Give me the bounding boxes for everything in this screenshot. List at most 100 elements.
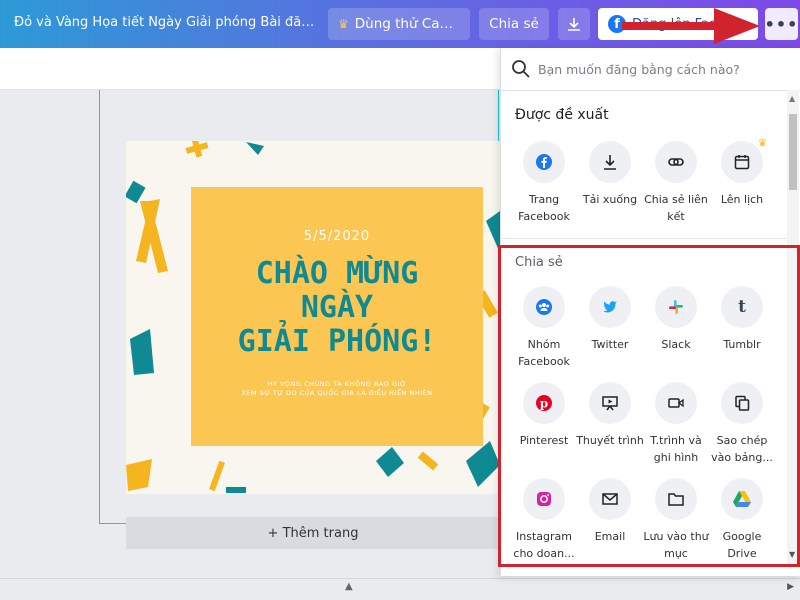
- option-present-and-record[interactable]: T.trình và ghi hình: [641, 382, 711, 466]
- share-dropdown-panel: Được đề xuất Trang Facebook Tải xuống Ch…: [500, 48, 800, 576]
- option-share-link[interactable]: Chia sẻ liên kết: [641, 141, 711, 225]
- option-facebook-page[interactable]: Trang Facebook: [509, 141, 579, 225]
- headline-line-1: CHÀO MỪNG: [255, 256, 419, 291]
- crown-icon: ♛: [338, 17, 349, 31]
- option-label: Email: [594, 530, 626, 543]
- option-label: T.trình và ghi hình: [650, 434, 702, 464]
- option-label: Instagram cho doan...: [513, 530, 575, 560]
- scrollbar-thumb[interactable]: [789, 114, 797, 190]
- scroll-up-icon[interactable]: ▲: [789, 94, 795, 103]
- tumblr-icon: t: [738, 297, 746, 317]
- option-save-to-folder[interactable]: Lưu vào thư mục: [641, 478, 711, 562]
- search-icon: [512, 60, 530, 78]
- facebook-group-icon: [536, 299, 552, 315]
- facebook-icon-circle: [523, 141, 565, 183]
- video-record-icon: [668, 398, 684, 408]
- svg-text:p: p: [540, 397, 548, 411]
- option-label: Slack: [661, 338, 691, 351]
- crown-icon: ♛: [758, 138, 767, 149]
- option-email[interactable]: Email: [575, 478, 645, 545]
- option-label: Tải xuống: [582, 193, 638, 206]
- option-label: Lưu vào thư mục: [643, 530, 709, 560]
- option-label: Thuyết trình: [576, 434, 644, 447]
- option-label: Nhóm Facebook: [518, 338, 570, 368]
- option-google-drive[interactable]: Google Drive: [707, 478, 777, 562]
- section-divider: [501, 238, 787, 239]
- panel-scrollbar[interactable]: ▲ ▼: [787, 90, 799, 566]
- option-instagram[interactable]: Instagram cho doan...: [509, 478, 579, 562]
- instagram-icon-circle: [523, 478, 565, 520]
- facebook-icon: [536, 154, 552, 170]
- option-twitter[interactable]: Twitter: [575, 286, 645, 353]
- option-label: Pinterest: [519, 434, 569, 447]
- option-pinterest[interactable]: p Pinterest: [509, 382, 579, 449]
- slack-icon: [669, 300, 683, 314]
- email-icon: [602, 493, 618, 505]
- option-facebook-group[interactable]: Nhóm Facebook: [509, 286, 579, 370]
- facebook-group-icon-circle: [523, 286, 565, 328]
- bottom-bar: ▲ ▶: [0, 578, 800, 600]
- calendar-icon: [734, 155, 750, 170]
- slack-icon-circle: [655, 286, 697, 328]
- link-icon-circle: [655, 141, 697, 183]
- share-search-input[interactable]: [538, 56, 783, 82]
- tumblr-icon-circle: t: [721, 286, 763, 328]
- option-label: Sao chép vào bảng...: [711, 434, 773, 464]
- more-horizontal-icon: •••: [764, 14, 799, 34]
- scroll-down-icon[interactable]: ▼: [789, 550, 795, 559]
- option-copy-to-clipboard[interactable]: Sao chép vào bảng...: [707, 382, 777, 466]
- design-title[interactable]: Đỏ và Vàng Họa tiết Ngày Giải phóng Bài …: [14, 15, 319, 30]
- suggested-section-title: Được đề xuất: [515, 107, 609, 123]
- share-section-title: Chia sẻ: [515, 255, 563, 270]
- calendar-icon-circle: ♛: [721, 138, 767, 183]
- try-canva-pro-label: Dùng thử Canv...: [354, 16, 460, 32]
- chevron-up-icon[interactable]: ▲: [345, 581, 353, 592]
- pinterest-icon-circle: p: [523, 382, 565, 424]
- option-schedule[interactable]: ♛ Lên lịch: [707, 138, 777, 208]
- download-icon: [604, 155, 616, 170]
- option-label: Twitter: [591, 338, 629, 351]
- instagram-icon: [537, 492, 551, 506]
- poster-card: 5/5/2020 CHÀO MỪNG NGÀY GIẢI PHÓNG! HY V…: [191, 187, 483, 446]
- headline-line-2: NGÀY: [300, 290, 374, 325]
- option-label: Tumblr: [723, 338, 761, 351]
- presentation-icon-circle: [589, 382, 631, 424]
- option-tumblr[interactable]: t Tumblr: [707, 286, 777, 353]
- option-label: Lên lịch: [720, 193, 764, 206]
- presentation-icon: [602, 396, 618, 411]
- copy-icon: [735, 395, 750, 411]
- share-button[interactable]: Chia sẻ: [479, 8, 549, 40]
- option-label: Chia sẻ liên kết: [644, 193, 708, 223]
- download-icon: [568, 18, 580, 31]
- option-label: Google Drive: [722, 530, 762, 560]
- design-canvas[interactable]: 5/5/2020 CHÀO MỪNG NGÀY GIẢI PHÓNG! HY V…: [126, 141, 500, 494]
- poster-subtext: HY VỌNG CHÚNG TA KHÔNG BAO GIỜ XEM SỰ TỰ…: [191, 380, 483, 398]
- poster-headline: CHÀO MỪNG NGÀY GIẢI PHÓNG!: [191, 257, 483, 359]
- google-drive-icon: [733, 491, 751, 507]
- folder-icon-circle: [655, 478, 697, 520]
- option-label: Trang Facebook: [518, 193, 570, 223]
- download-icon-circle: [589, 141, 631, 183]
- copy-icon-circle: [721, 382, 763, 424]
- option-present[interactable]: Thuyết trình: [575, 382, 645, 449]
- link-icon: [668, 158, 684, 166]
- scroll-right-icon[interactable]: ▶: [787, 582, 794, 592]
- option-slack[interactable]: Slack: [641, 286, 711, 353]
- twitter-icon: [603, 301, 617, 313]
- red-arrow-annotation: [622, 8, 760, 44]
- panel-search-bar: [501, 48, 800, 91]
- subtext-line-1: HY VỌNG CHÚNG TA KHÔNG BAO GIỜ: [267, 380, 407, 388]
- add-page-button[interactable]: + Thêm trang: [126, 517, 500, 549]
- folder-icon: [668, 493, 684, 506]
- twitter-icon-circle: [589, 286, 631, 328]
- headline-line-3: GIẢI PHÓNG!: [237, 324, 437, 359]
- subtext-line-2: XEM SỰ TỰ DO CỦA QUỐC GIA LÀ ĐIỀU HIỂN N…: [241, 389, 433, 397]
- video-record-icon-circle: [655, 382, 697, 424]
- pinterest-icon: p: [536, 395, 552, 411]
- google-drive-icon-circle: [721, 478, 763, 520]
- option-download[interactable]: Tải xuống: [575, 141, 645, 208]
- try-canva-pro-button[interactable]: ♛ Dùng thử Canv...: [328, 8, 470, 40]
- email-icon-circle: [589, 478, 631, 520]
- more-options-button[interactable]: •••: [765, 8, 798, 40]
- download-button[interactable]: [558, 8, 590, 40]
